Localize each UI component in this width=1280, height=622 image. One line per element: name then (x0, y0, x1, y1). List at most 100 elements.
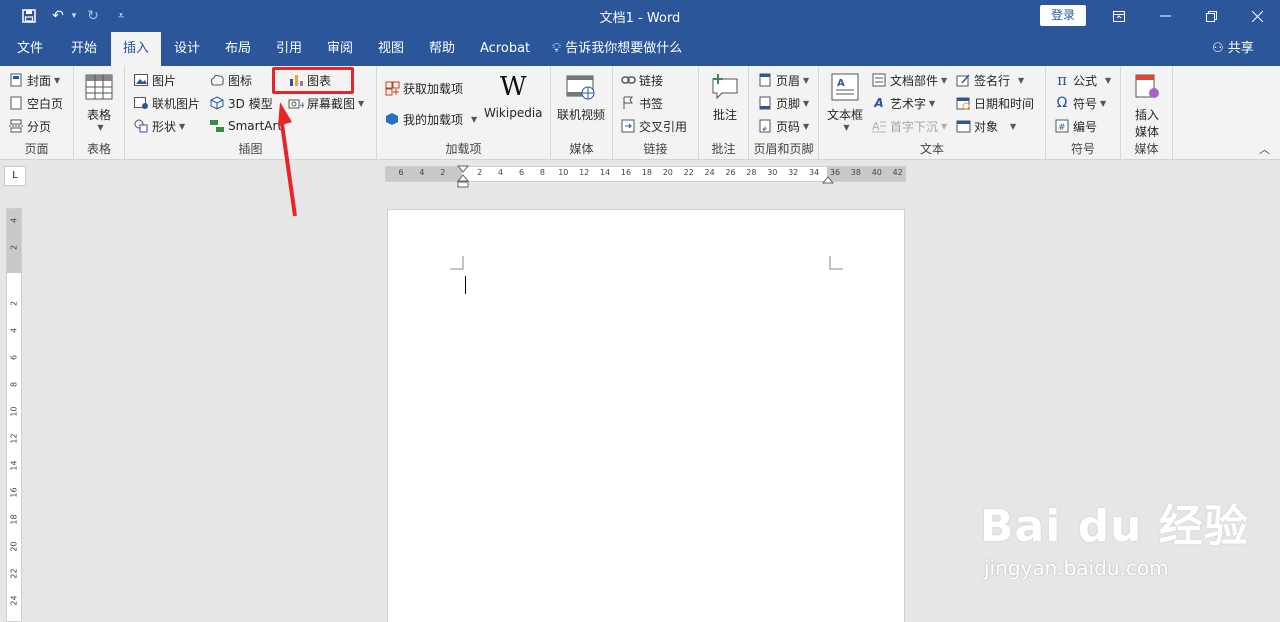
footer-button[interactable]: 页脚 ▼ (757, 93, 809, 113)
restore-icon[interactable] (1188, 0, 1234, 32)
chevron-down-icon: ▼ (803, 121, 810, 131)
group-media: 联机视频 媒体 (551, 66, 613, 160)
group-label-tables: 表格 (86, 142, 111, 156)
date-time-button[interactable]: 日期和时间 (955, 93, 1034, 113)
cover-page-icon (8, 72, 24, 88)
page-break-button[interactable]: 分页 (8, 116, 51, 136)
group-label-pages: 页面 (24, 142, 49, 156)
tab-layout[interactable]: 布局 (213, 32, 263, 66)
wikipedia-label: Wikipedia (484, 106, 543, 120)
horizontal-ruler[interactable]: 6 4 2 2 4 6 8 10 12 14 16 18 20 22 24 26 28 30 32 34 36 38 40 4… (385, 165, 906, 188)
icons-button[interactable]: 图标 (209, 70, 252, 90)
shapes-button[interactable]: 形状 ▼ (133, 116, 185, 136)
ribbon-display-options-icon[interactable] (1096, 0, 1142, 32)
number-button[interactable]: # 编号 (1054, 116, 1097, 136)
share-label: 共享 (1227, 41, 1254, 56)
tab-view[interactable]: 视图 (366, 32, 416, 66)
link-button[interactable]: 链接 (620, 70, 663, 90)
watermark-url: jingyan.baidu.com (984, 556, 1169, 580)
chart-highlight-box (272, 67, 354, 94)
svg-text:#: # (762, 126, 767, 133)
ruler-tick-label: 28 (746, 168, 757, 177)
tell-me-label: 告诉我你想要做什么 (565, 41, 683, 56)
login-button[interactable]: 登录 (1040, 5, 1086, 26)
signature-line-button[interactable]: 签名行 ▼ (955, 70, 1024, 90)
object-button[interactable]: 对象 ▼ (955, 116, 1016, 136)
chevron-down-icon: ▼ (803, 98, 810, 108)
tell-me-search[interactable]: 💡︎ 告诉我你想要做什么 (552, 32, 682, 66)
tab-review[interactable]: 审阅 (315, 32, 365, 66)
tab-file[interactable]: 文件 (5, 32, 55, 66)
collapse-ribbon-icon[interactable]: ︿ (1259, 141, 1270, 157)
drop-cap-icon: A (871, 118, 887, 134)
film-icon (566, 72, 596, 102)
wordart-button[interactable]: A 艺术字 ▼ (871, 93, 935, 113)
margin-corner-top-right (829, 256, 843, 270)
bookmark-button[interactable]: 书签 (620, 93, 663, 113)
group-label-media: 媒体 (569, 142, 594, 156)
tab-insert[interactable]: 插入 (111, 32, 162, 66)
ruler-tick-label: 10 (558, 168, 569, 177)
comment-button[interactable]: 批注 (710, 72, 740, 123)
3d-models-button[interactable]: 3D 模型 (209, 93, 273, 113)
ruler-tick-label: 12 (9, 433, 19, 444)
drop-cap-label: 首字下沉 (890, 119, 939, 134)
ruler-tick-label: 22 (683, 168, 694, 177)
smartart-button[interactable]: SmartArt (209, 116, 282, 136)
ribbon-tab-bar: 文件 开始 插入 设计 布局 引用 审阅 视图 帮助 Acrobat 💡︎ 告诉… (0, 32, 1280, 66)
chevron-down-icon: ▼ (471, 114, 478, 124)
person-icon: ⚇ (1212, 41, 1224, 56)
tab-design[interactable]: 设计 (162, 32, 212, 66)
tab-acrobat[interactable]: Acrobat (468, 32, 542, 66)
table-button[interactable]: 表格 ▼ (84, 72, 114, 132)
online-picture-button[interactable]: 联机图片 (133, 93, 200, 113)
tab-references[interactable]: 引用 (264, 32, 314, 66)
insert-media-button[interactable]: 插入 媒体 (1132, 72, 1162, 140)
get-addins-button[interactable]: 获取加载项 (384, 78, 463, 98)
tab-selector[interactable]: L (4, 166, 26, 186)
tab-home[interactable]: 开始 (59, 32, 109, 66)
chevron-down-icon: ▼ (358, 98, 365, 108)
wordart-icon: A (874, 96, 884, 110)
quick-parts-button[interactable]: 文档部件 ▼ (871, 70, 947, 90)
vertical-ruler[interactable]: 4 2 2 4 6 8 10 12 14 16 18 20 22 24 (6, 208, 22, 622)
ruler-tick-label: 8 (9, 381, 19, 388)
ruler-tick-label: 2 (9, 300, 19, 307)
minimize-icon[interactable] (1142, 0, 1188, 32)
blank-page-button[interactable]: 空白页 (8, 93, 63, 113)
online-video-button[interactable]: 联机视频 (557, 72, 605, 123)
tab-help[interactable]: 帮助 (417, 32, 467, 66)
cube-icon (209, 95, 225, 111)
textbox-button[interactable]: A 文本框 ▼ (827, 72, 863, 132)
wikipedia-button[interactable]: W Wikipedia (484, 72, 543, 120)
window-title: 文档1 - Word (599, 11, 681, 26)
indent-marker-icon[interactable] (457, 165, 469, 191)
chevron-down-icon: ▼ (843, 123, 850, 132)
close-icon[interactable] (1234, 0, 1280, 32)
cross-reference-button[interactable]: 交叉引用 (620, 116, 687, 136)
group-label-links: 链接 (643, 142, 668, 156)
page-number-button[interactable]: # 页码 ▼ (757, 116, 809, 136)
cover-page-button[interactable]: 封面 ▼ (8, 70, 60, 90)
group-label-insert-media: 媒体 (1134, 142, 1159, 156)
ruler-tick-label: 20 (662, 168, 673, 177)
ruler-tick-label: 16 (620, 168, 632, 177)
drop-cap-button[interactable]: A 首字下沉 ▼ (871, 116, 947, 136)
share-button[interactable]: ⚇ 共享 (1212, 32, 1254, 66)
symbol-button[interactable]: Ω 符号 ▼ (1054, 93, 1107, 113)
ruler-tick-label: 22 (9, 568, 19, 579)
picture-label: 图片 (152, 73, 177, 88)
header-button[interactable]: 页眉 ▼ (757, 70, 809, 90)
right-indent-marker-icon[interactable] (822, 175, 834, 185)
chevron-down-icon: ▼ (941, 75, 948, 85)
document-page[interactable] (387, 209, 905, 622)
picture-button[interactable]: 图片 (133, 70, 176, 90)
ruler-tick-label: 8 (539, 168, 545, 177)
ruler-tick-label: 30 (767, 168, 778, 177)
my-addins-button[interactable]: 我的加载项 ▼ (384, 109, 477, 129)
equation-button[interactable]: π 公式 ▼ (1054, 70, 1111, 90)
ruler-tick-label: 26 (725, 168, 736, 177)
chevron-down-icon: ▼ (1100, 98, 1107, 108)
ruler-tick-label: 2 (440, 168, 446, 177)
ruler-tick-label: 4 (9, 327, 19, 334)
